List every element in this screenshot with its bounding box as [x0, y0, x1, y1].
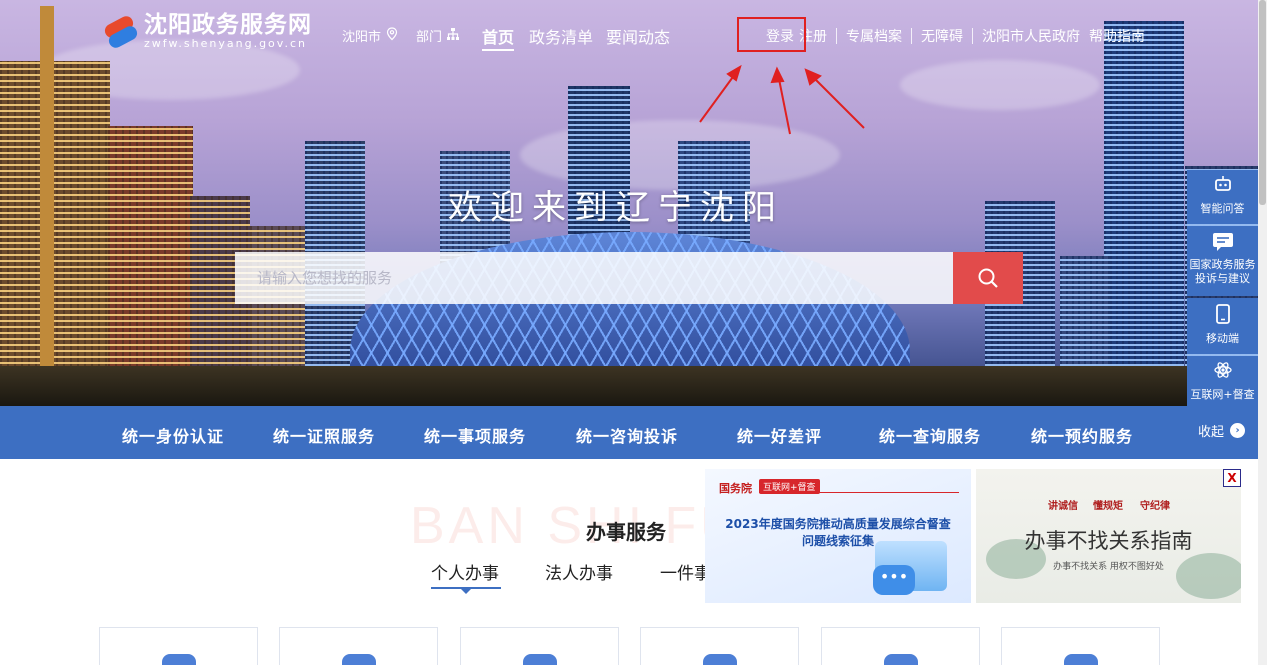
service-appointment[interactable]: 统一预约服务 — [1031, 423, 1133, 447]
unified-services-bar: 统一身份认证 统一证照服务 统一事项服务 统一咨询投诉 统一好差评 统一查询服务… — [0, 406, 1258, 459]
service-card[interactable] — [99, 627, 258, 665]
collapse-label: 收起 — [1198, 425, 1225, 440]
annotation-arrows-icon — [699, 64, 865, 135]
city-label: 沈阳市 — [342, 30, 382, 45]
tab-active-caret-icon — [461, 589, 471, 594]
city-selector[interactable]: 沈阳市 — [342, 26, 399, 45]
page-scrollbar[interactable] — [1258, 0, 1267, 665]
service-card[interactable] — [1001, 627, 1160, 665]
float-sidebar: 智能问答 国家政务服务投诉与建议 移动端 互联网+督查 — [1187, 170, 1258, 408]
float-label: 移动端 — [1206, 332, 1239, 345]
building — [108, 126, 193, 406]
float-item-qa[interactable]: 智能问答 — [1187, 170, 1258, 224]
service-card-icon — [703, 654, 737, 665]
service-card-icon — [342, 654, 376, 665]
cloud — [900, 60, 1100, 110]
service-evaluation[interactable]: 统一好差评 — [737, 423, 822, 447]
nav-home[interactable]: 首页 — [482, 24, 514, 48]
popup-inspection-ad[interactable]: 国务院 互联网+督查 2023年度国务院推动高质量发展综合督查 问题线索征集 •… — [705, 469, 971, 603]
org-chart-icon — [446, 27, 460, 45]
archive-link[interactable]: 专属档案 — [846, 26, 902, 46]
site-logo[interactable]: 沈阳政务服务网 zwfw.shenyang.gov.cn — [102, 12, 312, 51]
dept-label: 部门 — [416, 30, 443, 45]
service-card[interactable] — [640, 627, 799, 665]
collapse-button[interactable]: 收起 › — [1198, 421, 1246, 440]
chevron-right-icon: › — [1230, 423, 1246, 438]
nav-list[interactable]: 政务清单 — [529, 24, 593, 48]
divider — [836, 28, 837, 44]
popup-banner: 国务院 互联网+督查 2023年度国务院推动高质量发展综合督查 问题线索征集 •… — [705, 469, 1241, 603]
message-icon — [1187, 232, 1258, 258]
mobile-icon — [1187, 304, 1258, 330]
help-link[interactable]: 帮助指南 — [1089, 26, 1145, 46]
robot-icon — [1187, 174, 1258, 200]
search-input[interactable] — [235, 252, 953, 304]
section-title: 办事服务 — [586, 520, 666, 544]
service-card-icon — [1064, 654, 1098, 665]
logo-mark-icon — [102, 13, 140, 51]
seal-1: 讲诚信 — [1048, 501, 1078, 512]
service-card-icon — [162, 654, 196, 665]
popup-divider — [759, 492, 959, 493]
guide-title: 办事不找关系指南 — [1024, 529, 1193, 553]
service-card[interactable] — [279, 627, 438, 665]
tab-one-thing[interactable]: 一件事 — [660, 559, 711, 584]
search-icon — [978, 268, 998, 288]
divider — [972, 28, 973, 44]
float-label: 智能问答 — [1200, 202, 1245, 215]
building — [0, 61, 110, 406]
popup-line1: 2023年度国务院推动高质量发展综合督查 — [725, 517, 951, 531]
login-highlight-box — [737, 17, 806, 52]
top-links: 登录 注册 专属档案 无障碍 沈阳市人民政府 帮助指南 — [762, 26, 1145, 46]
nav-news[interactable]: 要闻动态 — [606, 24, 670, 48]
accessible-link[interactable]: 无障碍 — [921, 26, 963, 46]
popup-tag-state-council: 国务院 — [719, 482, 752, 495]
seal-2: 懂规矩 — [1093, 501, 1123, 512]
service-matters[interactable]: 统一事项服务 — [424, 423, 526, 447]
scrollbar-thumb[interactable] — [1259, 0, 1266, 205]
site-domain: zwfw.shenyang.gov.cn — [144, 37, 307, 50]
location-pin-icon — [385, 26, 399, 45]
seal-3: 守纪律 — [1140, 501, 1170, 512]
welcome-heading: 欢迎来到辽宁沈阳 — [448, 188, 784, 228]
float-item-mobile[interactable]: 移动端 — [1187, 298, 1258, 354]
service-identity[interactable]: 统一身份认证 — [122, 423, 224, 447]
guide-subtitle: 办事不找关系 用权不图好处 — [1053, 562, 1164, 572]
nav-home-underline — [482, 49, 514, 51]
search-bar — [235, 252, 1023, 304]
float-item-complaint[interactable]: 国家政务服务投诉与建议 — [1187, 226, 1258, 296]
service-card-icon — [884, 654, 918, 665]
tab-personal[interactable]: 个人办事 — [431, 559, 499, 584]
atom-icon — [1187, 360, 1258, 386]
ground — [0, 366, 1267, 406]
site-name: 沈阳政务服务网 — [144, 12, 312, 38]
float-label: 互联网+督查 — [1190, 388, 1255, 401]
chat-dots-icon: ••• — [873, 565, 915, 595]
float-item-inspection[interactable]: 互联网+督查 — [1187, 356, 1258, 406]
search-button[interactable] — [953, 252, 1023, 304]
service-consult[interactable]: 统一咨询投诉 — [576, 423, 678, 447]
gov-link[interactable]: 沈阳市人民政府 — [982, 26, 1080, 46]
service-card[interactable] — [821, 627, 980, 665]
close-icon[interactable]: X — [1223, 469, 1241, 487]
service-license[interactable]: 统一证照服务 — [273, 423, 375, 447]
tab-corporate[interactable]: 法人办事 — [545, 559, 613, 584]
divider — [911, 28, 912, 44]
service-query[interactable]: 统一查询服务 — [879, 423, 981, 447]
service-card[interactable] — [460, 627, 619, 665]
dept-selector[interactable]: 部门 — [416, 26, 460, 45]
popup-guide-ad[interactable]: 讲诚信 懂规矩 守纪律 办事不找关系指南 办事不找关系 用权不图好处 — [976, 469, 1241, 603]
service-card-icon — [523, 654, 557, 665]
section-bg-text: BAN SHI FU — [410, 497, 742, 555]
float-label: 国家政务服务投诉与建议 — [1189, 258, 1256, 285]
